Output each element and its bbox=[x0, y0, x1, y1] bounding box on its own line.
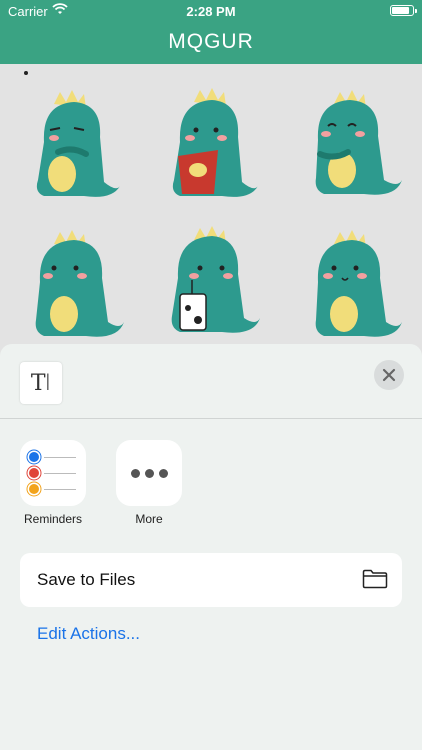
folder-icon bbox=[362, 569, 388, 589]
edit-actions-link[interactable]: Edit Actions... bbox=[37, 624, 140, 644]
app-label: More bbox=[135, 512, 163, 526]
text-cursor-icon: T bbox=[30, 370, 46, 396]
app-label: Reminders bbox=[23, 512, 83, 526]
status-bar: Carrier 2:28 PM bbox=[0, 0, 422, 22]
app-reminders[interactable]: Reminders bbox=[20, 440, 86, 526]
close-button[interactable] bbox=[374, 360, 404, 390]
sticker-dino-grumpy[interactable] bbox=[24, 82, 124, 202]
app-more[interactable]: More bbox=[116, 440, 182, 526]
sticker-grid bbox=[0, 64, 422, 364]
top-bar: Carrier 2:28 PM MQGUR bbox=[0, 0, 422, 64]
divider bbox=[0, 418, 422, 419]
sticker-dino-smug[interactable] bbox=[304, 80, 404, 200]
i-beam-icon: I bbox=[44, 370, 52, 396]
cursor-dot bbox=[24, 71, 28, 75]
action-label: Save to Files bbox=[37, 570, 136, 589]
clock: 2:28 PM bbox=[186, 4, 236, 19]
battery-icon bbox=[390, 5, 417, 16]
sticker-dino-happy[interactable] bbox=[304, 222, 404, 342]
page-title: MQGUR bbox=[168, 30, 254, 53]
more-icon bbox=[116, 440, 182, 506]
sticker-dino-chips[interactable] bbox=[160, 82, 260, 202]
sticker-dino-sitting[interactable] bbox=[24, 222, 124, 342]
close-icon bbox=[382, 368, 396, 382]
text-preview-thumbnail: T I bbox=[20, 362, 62, 404]
share-sheet: T I Reminders More Save to Files Edit Ac… bbox=[0, 344, 422, 750]
reminders-icon bbox=[20, 440, 86, 506]
save-to-files-button[interactable]: Save to Files bbox=[20, 553, 402, 607]
sticker-dino-milk[interactable] bbox=[160, 218, 260, 338]
